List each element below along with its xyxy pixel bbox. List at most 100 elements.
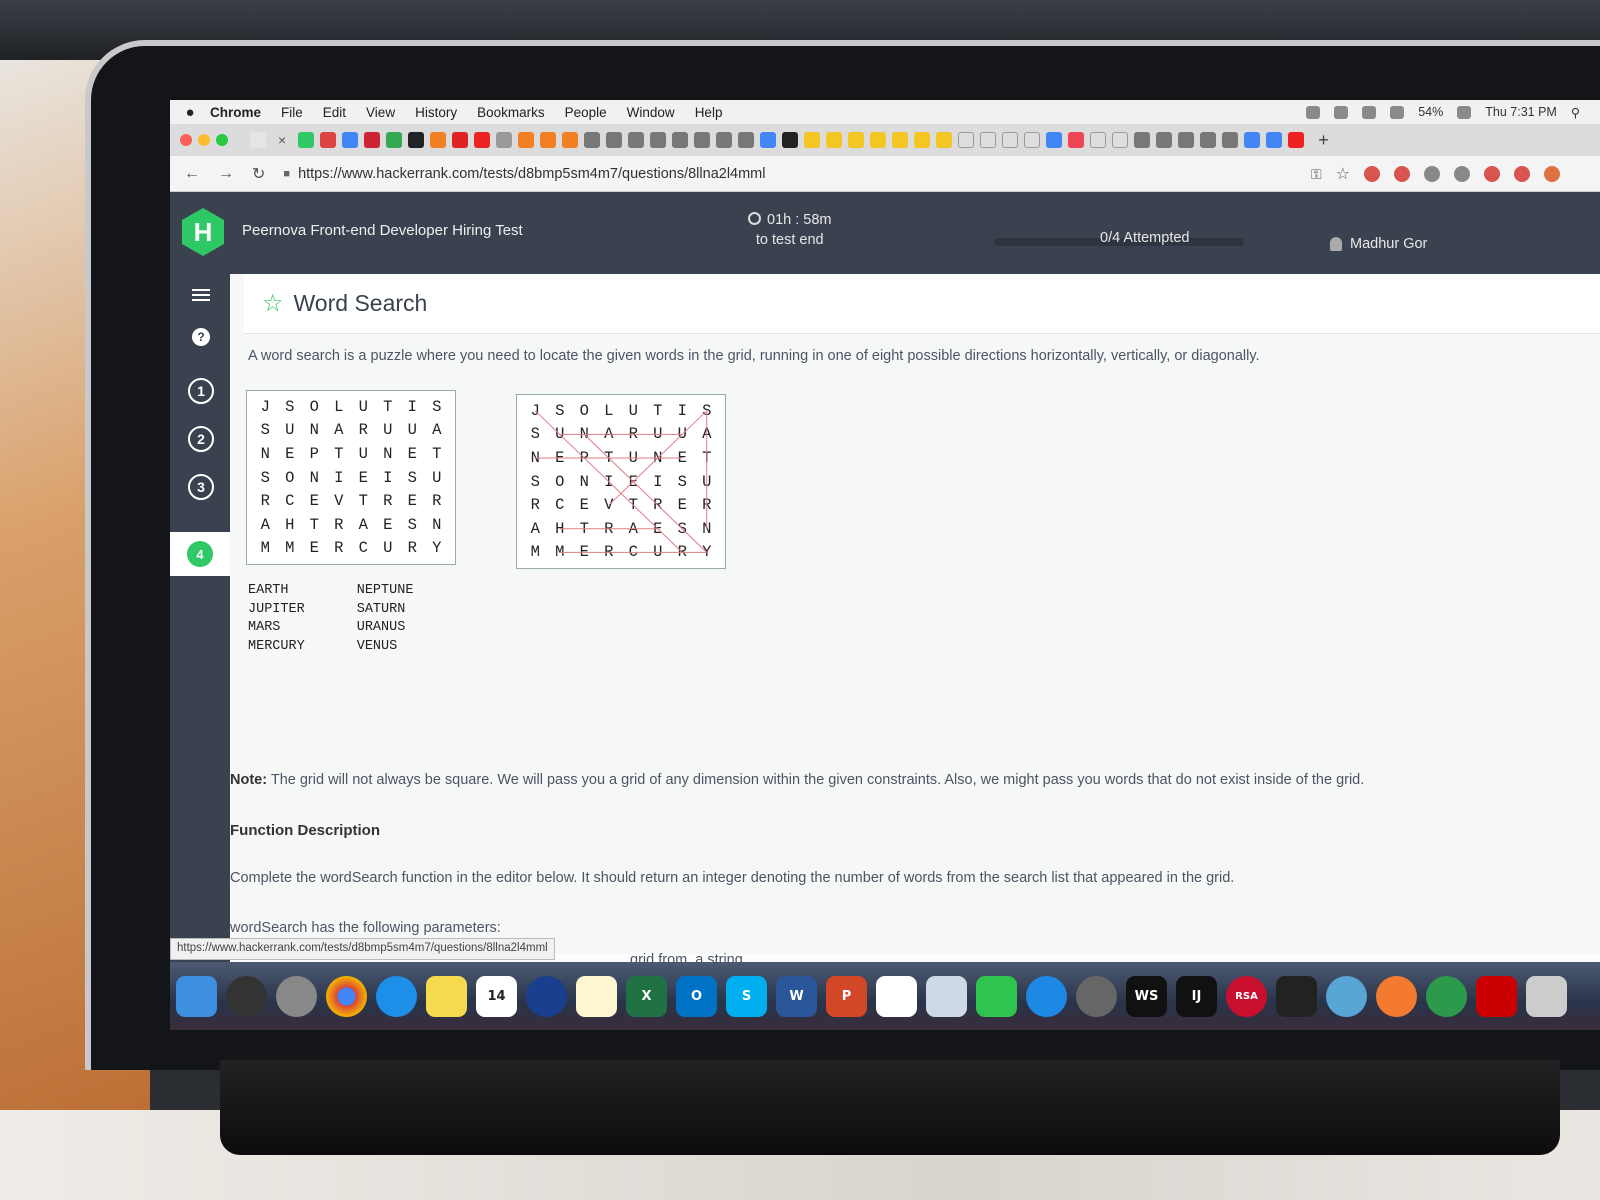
medium-tab-icon[interactable] [408,132,425,148]
word-icon[interactable]: W [776,975,817,1017]
hackerrank-logo[interactable]: H [182,208,224,256]
gmail-tab-icon[interactable] [320,132,337,148]
tab-icon[interactable] [1178,132,1195,148]
github-tab-icon[interactable] [782,132,799,148]
stackoverflow-tab-icon[interactable] [518,132,535,148]
apple-icon[interactable]: ● [170,104,210,121]
google-tab-icon[interactable] [342,132,359,148]
tab-icon[interactable] [848,132,865,148]
tab-close-icon[interactable]: × [278,132,286,148]
terminal-icon[interactable] [1276,975,1317,1017]
tab-icon[interactable] [496,132,513,148]
extension-icon[interactable] [1394,166,1410,182]
tab-icon[interactable] [694,132,711,148]
menu-window[interactable]: Window [627,105,675,120]
tab-icon[interactable] [738,132,755,148]
tab-icon[interactable] [716,132,733,148]
spotlight-search-icon[interactable]: ⚲ [1571,105,1580,120]
location-status-icon[interactable] [1334,105,1349,119]
tab-icon[interactable] [628,132,645,148]
calendar-icon[interactable]: 14 [476,975,517,1017]
outlook-icon[interactable]: O [676,975,717,1017]
dropbox-icon[interactable] [526,975,567,1017]
tab-icon[interactable] [892,132,909,148]
tab-icon[interactable] [452,132,469,148]
document-tab-icon[interactable] [1112,132,1129,148]
tab-icon[interactable] [1156,132,1173,148]
powerpoint-icon[interactable]: P [826,975,867,1017]
user-menu[interactable]: Madhur Gor [1330,236,1427,252]
extension-icon[interactable] [1514,166,1530,182]
tab-icon[interactable] [386,132,403,148]
atom-icon[interactable] [1426,975,1467,1017]
menu-app-name[interactable]: Chrome [210,105,261,120]
stickies-icon[interactable] [426,975,467,1017]
menubar-clock[interactable]: Thu 7:31 PM [1485,105,1557,119]
document-tab-icon[interactable] [1002,132,1019,148]
tab-icon[interactable] [804,132,821,148]
reminders-icon[interactable] [876,975,917,1017]
youtube-tab-icon[interactable] [1288,132,1305,148]
tab-icon[interactable] [364,132,381,148]
tab-icon[interactable] [584,132,601,148]
window-zoom-icon[interactable] [216,134,228,146]
system-preferences-icon[interactable] [1076,975,1117,1017]
help-icon[interactable]: ? [192,328,210,346]
bookmark-star-icon[interactable]: ☆ [1336,164,1350,184]
tab-icon[interactable] [606,132,623,148]
launchpad-icon[interactable] [276,975,317,1017]
menu-people[interactable]: People [565,105,607,120]
menu-file[interactable]: File [281,105,303,120]
webstorm-icon[interactable]: WS [1126,975,1167,1017]
key-icon[interactable]: ⚿ [1311,166,1322,183]
google-tab-icon[interactable] [1244,132,1261,148]
hackerrank-tab-icon[interactable] [298,132,315,148]
wifi-icon[interactable] [1390,105,1405,119]
menu-help[interactable]: Help [695,105,723,120]
adblock-extension-icon[interactable] [1364,166,1380,182]
intellij-icon[interactable]: IJ [1176,975,1217,1017]
window-close-icon[interactable] [180,134,192,146]
question-4-button[interactable]: 4 [187,541,213,567]
document-tab-icon[interactable] [1090,132,1107,148]
chrome-icon[interactable] [326,975,367,1017]
google-tab-icon[interactable] [1266,132,1283,148]
skype-icon[interactable]: S [726,975,767,1017]
acrobat-icon[interactable] [1476,975,1517,1017]
document-tab-icon[interactable] [1024,132,1041,148]
question-4-tab[interactable]: 4 [170,532,230,576]
question-3-button[interactable]: 3 [188,474,214,500]
back-icon[interactable]: ← [184,165,200,183]
tab-icon[interactable] [1222,132,1239,148]
network-icon[interactable] [1326,975,1367,1017]
document-tab-icon[interactable] [958,132,975,148]
google-tab-icon[interactable] [760,132,777,148]
url-field[interactable]: ■ https://www.hackerrank.com/tests/d8bmp… [283,166,765,182]
profile-avatar-icon[interactable] [1544,166,1560,182]
cloud-status-icon[interactable] [1362,105,1377,119]
google-tab-icon[interactable] [1046,132,1063,148]
menu-history[interactable]: History [415,105,457,120]
facetime-icon[interactable] [976,975,1017,1017]
tab-icon[interactable] [914,132,931,148]
tab-icon[interactable] [870,132,887,148]
stackoverflow-tab-icon[interactable] [430,132,447,148]
excel-icon[interactable]: X [626,975,667,1017]
battery-percent[interactable]: 54% [1418,105,1443,119]
tab-icon[interactable] [1068,132,1085,148]
reload-icon[interactable]: ↻ [252,164,265,184]
menu-bookmarks[interactable]: Bookmarks [477,105,545,120]
battery-icon[interactable] [1457,105,1472,119]
tab-icon[interactable] [1134,132,1151,148]
tab-icon[interactable] [1200,132,1217,148]
stackoverflow-tab-icon[interactable] [562,132,579,148]
window-minimize-icon[interactable] [198,134,210,146]
tab-icon[interactable] [672,132,689,148]
trash-icon[interactable] [1526,975,1567,1017]
extension-icon[interactable] [1454,166,1470,182]
extension-icon[interactable] [1424,166,1440,182]
siri-icon[interactable] [226,975,267,1017]
document-tab-icon[interactable] [980,132,997,148]
notes-icon[interactable] [576,975,617,1017]
bookmark-star-icon[interactable]: ☆ [262,289,284,318]
